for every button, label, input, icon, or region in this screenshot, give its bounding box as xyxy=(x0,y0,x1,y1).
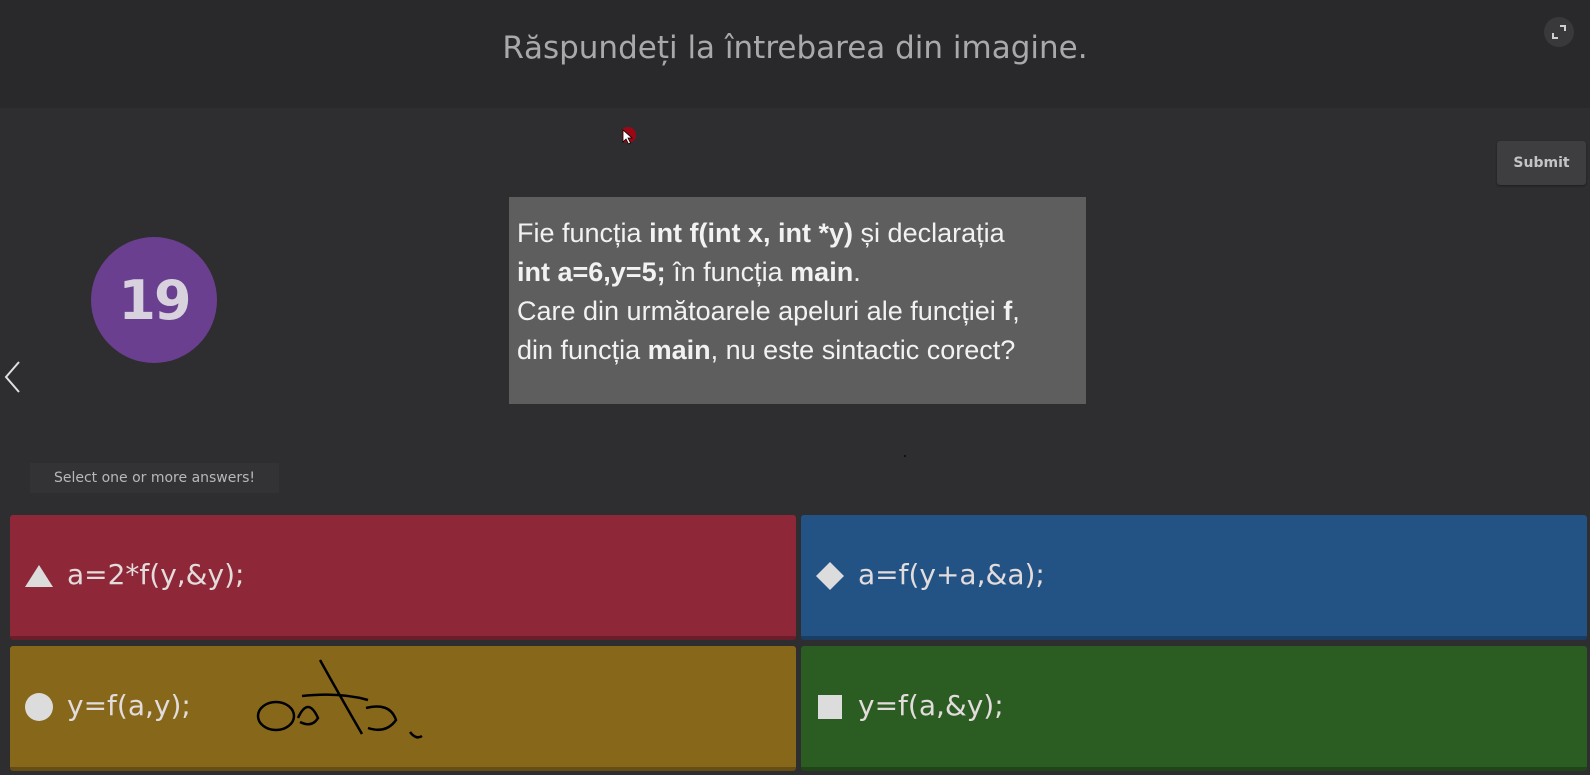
question-text-bold: f xyxy=(1003,296,1013,326)
question-line-3: Care din următoarele apeluri ale funcție… xyxy=(517,292,1078,331)
handwritten-scribble xyxy=(256,659,423,739)
circle-icon xyxy=(25,693,53,721)
stray-dot xyxy=(904,455,906,457)
question-text-bold: int f(int x, int *y) xyxy=(649,218,854,248)
question-line-4: din funcția main, nu este sintactic core… xyxy=(517,331,1078,370)
answer-text: y=f(a,y); xyxy=(67,689,191,722)
page-title: Răspundeți la întrebarea din imagine. xyxy=(502,30,1088,66)
question-number-badge: 19 xyxy=(91,237,217,363)
answer-text: y=f(a,&y); xyxy=(858,689,1004,722)
question-text: din funcția xyxy=(517,335,648,365)
question-text: Care din următoarele apeluri ale funcție… xyxy=(517,296,1004,326)
question-text: . xyxy=(853,257,861,287)
question-text: în funcția xyxy=(665,257,791,287)
question-image: Fie funcția int f(int x, int *y) și decl… xyxy=(509,197,1086,404)
question-text: , xyxy=(1012,296,1020,326)
answer-option-square[interactable]: y=f(a,&y); xyxy=(801,646,1587,771)
diamond-icon xyxy=(816,562,844,590)
question-line-1: Fie funcția int f(int x, int *y) și decl… xyxy=(517,214,1078,253)
submit-button[interactable]: Submit xyxy=(1497,141,1586,185)
question-text: Fie funcția xyxy=(517,218,650,248)
answer-text: a=2*f(y,&y); xyxy=(67,558,245,591)
triangle-icon xyxy=(25,565,53,587)
question-text: , nu este sintactic corect? xyxy=(710,335,1016,365)
question-text-bold: int a=6,y=5; xyxy=(517,257,666,287)
answer-option-triangle[interactable]: a=2*f(y,&y); xyxy=(10,515,796,640)
expand-icon xyxy=(1552,25,1566,39)
previous-arrow-icon[interactable] xyxy=(2,360,24,394)
header-bar: Răspundeți la întrebarea din imagine. xyxy=(0,0,1590,108)
answer-option-circle[interactable]: y=f(a,y); xyxy=(10,646,796,771)
question-text-bold: main xyxy=(790,257,854,287)
fullscreen-button[interactable] xyxy=(1544,17,1574,47)
question-text: și declarația xyxy=(853,218,1005,248)
answer-option-diamond[interactable]: a=f(y+a,&a); xyxy=(801,515,1587,640)
question-text-bold: main xyxy=(647,335,711,365)
question-line-2: int a=6,y=5; în funcția main. xyxy=(517,253,1078,292)
square-icon xyxy=(818,695,842,719)
mouse-cursor-icon xyxy=(622,127,636,145)
instruction-hint: Select one or more answers! xyxy=(30,463,279,493)
answer-text: a=f(y+a,&a); xyxy=(858,558,1045,591)
